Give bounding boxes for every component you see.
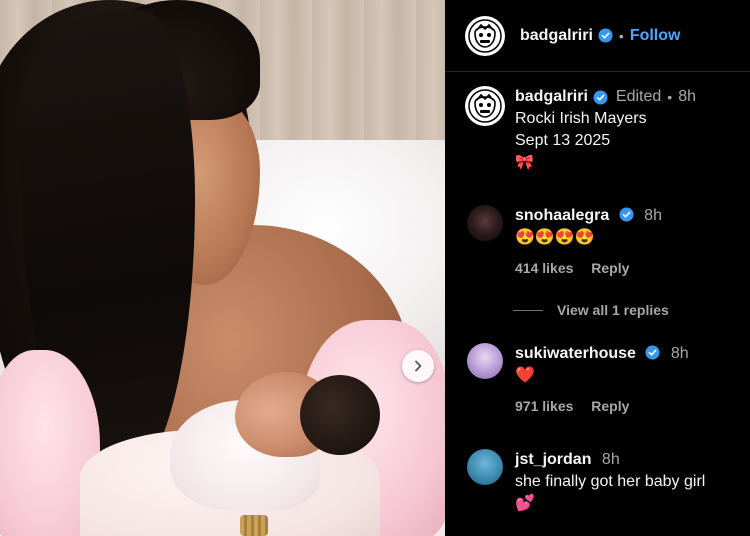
comment-likes[interactable]: 414 likes <box>515 260 573 276</box>
profile-avatar-icon <box>468 18 502 53</box>
baby-hair <box>300 375 380 455</box>
bracelet <box>240 515 268 536</box>
comment-username[interactable]: snohaalegra <box>515 207 609 224</box>
post-time[interactable]: 8h <box>678 86 696 108</box>
comment-time: 8h <box>644 207 662 224</box>
comment-item: jst_jordan 8h she finally got her baby g… <box>445 449 750 515</box>
commenter-avatar[interactable] <box>467 449 503 485</box>
caption-avatar[interactable] <box>465 86 505 126</box>
follow-button[interactable]: Follow <box>630 27 681 45</box>
reply-button[interactable]: Reply <box>591 398 629 414</box>
comment-item: sukiwaterhouse 8h ❤️ 971 likes Reply <box>445 343 750 417</box>
profile-avatar-icon <box>468 89 502 123</box>
view-replies-button[interactable]: View all 1 replies <box>513 302 669 318</box>
comment-item: snohaalegra 8h 😍😍😍😍 414 likes Reply <box>445 205 750 279</box>
comment-likes[interactable]: 971 likes <box>515 398 573 414</box>
next-image-button[interactable] <box>402 350 434 382</box>
verified-badge-icon <box>598 28 613 43</box>
avatar[interactable] <box>465 15 505 56</box>
verified-badge-icon <box>645 345 660 360</box>
replies-divider <box>513 309 543 311</box>
edited-label: Edited <box>615 88 662 105</box>
separator-dot: • <box>618 27 624 44</box>
comment-text: she finally got her baby girl <box>515 473 706 490</box>
post-caption: badgalriri Edited • 8h Rocki Irish Mayer… <box>445 72 750 174</box>
post-sidebar: badgalriri • Follow badgalriri Edited • … <box>445 0 750 536</box>
comment-time: 8h <box>601 451 620 468</box>
commenter-avatar[interactable] <box>467 343 503 379</box>
post-header: badgalriri • Follow <box>445 0 750 72</box>
post-image[interactable] <box>0 0 445 536</box>
comment-text: ❤️ <box>515 367 535 384</box>
bow-emoji: 🎀 <box>515 154 534 171</box>
chevron-right-icon <box>415 360 422 372</box>
comment-text: 😍😍😍😍 <box>515 229 595 246</box>
header-username[interactable]: badgalriri <box>520 27 593 45</box>
separator-dot: • <box>667 89 673 105</box>
verified-badge-icon <box>619 207 634 222</box>
caption-line-2: Sept 13 2025 <box>515 132 611 149</box>
comment-username[interactable]: sukiwaterhouse <box>515 345 636 362</box>
comment-username[interactable]: jst_jordan <box>515 451 591 468</box>
comment-time: 8h <box>670 345 689 362</box>
reply-button[interactable]: Reply <box>591 260 629 276</box>
caption-line-1: Rocki Irish Mayers <box>515 110 647 127</box>
caption-username[interactable]: badgalriri <box>515 86 588 108</box>
verified-badge-icon <box>593 89 608 105</box>
commenter-avatar[interactable] <box>467 205 503 241</box>
comment-emoji: 💕 <box>515 495 535 512</box>
view-replies-label: View all 1 replies <box>557 302 669 318</box>
